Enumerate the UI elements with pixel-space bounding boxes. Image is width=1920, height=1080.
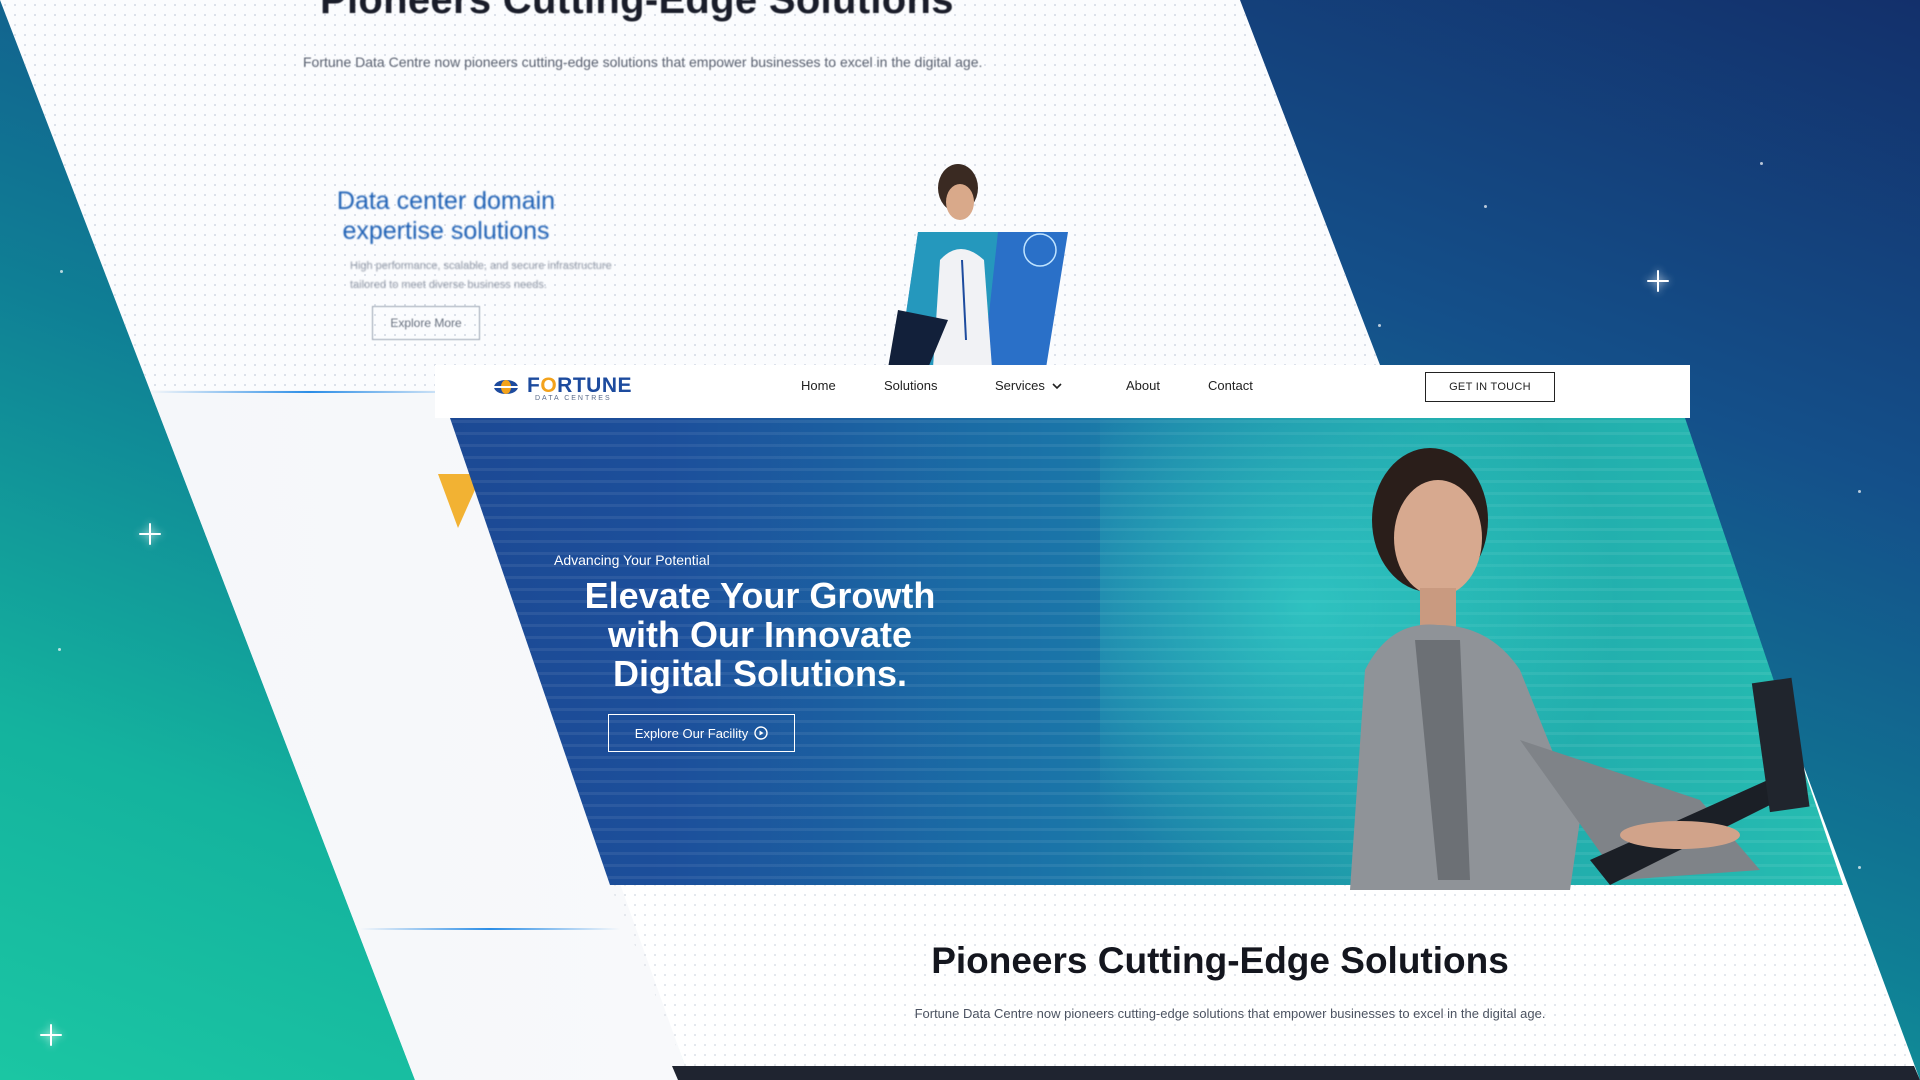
chevron-down-icon — [1052, 382, 1062, 389]
nav-home[interactable]: Home — [801, 378, 836, 393]
section-title: Pioneers Cutting-Edge Solutions — [931, 940, 1509, 981]
star-dot — [1760, 162, 1763, 165]
back-feature-text: High performance, scalable, and secure i… — [350, 260, 612, 291]
back-feature-heading-line1: Data center domain — [336, 187, 556, 215]
back-feature-heading-line2: expertise solutions — [342, 217, 550, 245]
back-feature-photo — [888, 164, 1068, 368]
hero-title-line2: with Our Innovate — [607, 614, 912, 655]
logo-word-o: O — [540, 374, 558, 397]
star-dot — [1378, 324, 1381, 327]
play-circle-icon — [754, 726, 768, 740]
back-section-title: Pioneers Cutting-Edge Solutions — [320, 0, 954, 22]
divider-line — [360, 928, 620, 930]
star-dot — [1858, 866, 1861, 869]
divider-line — [150, 391, 470, 393]
star-dot — [1484, 205, 1487, 208]
hero-title-line1: Elevate Your Growth — [584, 575, 936, 616]
nav-about[interactable]: About — [1126, 378, 1160, 393]
fortune-logo[interactable]: FORTUNE DATA CENTRES — [494, 374, 633, 402]
hero-woman-photo — [1350, 448, 1810, 890]
logo-word-post: RTUNE — [557, 374, 633, 397]
sparkle-decoration — [40, 1024, 62, 1046]
hero-title-line3: Digital Solutions. — [613, 653, 907, 694]
section-subtitle: Fortune Data Centre now pioneers cutting… — [914, 1006, 1546, 1021]
nav-solutions[interactable]: Solutions — [884, 378, 937, 393]
logo-word-pre: F — [527, 374, 541, 397]
nav-services[interactable]: Services — [995, 378, 1063, 393]
star-dot — [60, 270, 63, 273]
nav-contact[interactable]: Contact — [1208, 378, 1253, 393]
explore-facility-label: Explore Our Facility — [634, 725, 749, 741]
star-dot — [1858, 490, 1861, 493]
get-in-touch-button[interactable]: GET IN TOUCH — [1425, 372, 1555, 402]
star-dot — [58, 648, 61, 651]
back-feature-heading: Data center domain expertise solutions — [326, 186, 566, 246]
hero-title: Elevate Your Growth with Our Innovate Di… — [560, 576, 960, 693]
sparkle-decoration — [1647, 270, 1669, 292]
hero-kicker: Advancing Your Potential — [554, 552, 710, 568]
logo-mark-icon — [494, 380, 518, 394]
sparkle-decoration — [139, 523, 161, 545]
explore-facility-button[interactable]: Explore Our Facility — [608, 714, 795, 752]
explore-more-button[interactable]: Explore More — [372, 306, 480, 340]
back-section-subtitle: Fortune Data Centre now pioneers cutting… — [303, 54, 983, 70]
nav-services-label: Services — [995, 378, 1045, 393]
